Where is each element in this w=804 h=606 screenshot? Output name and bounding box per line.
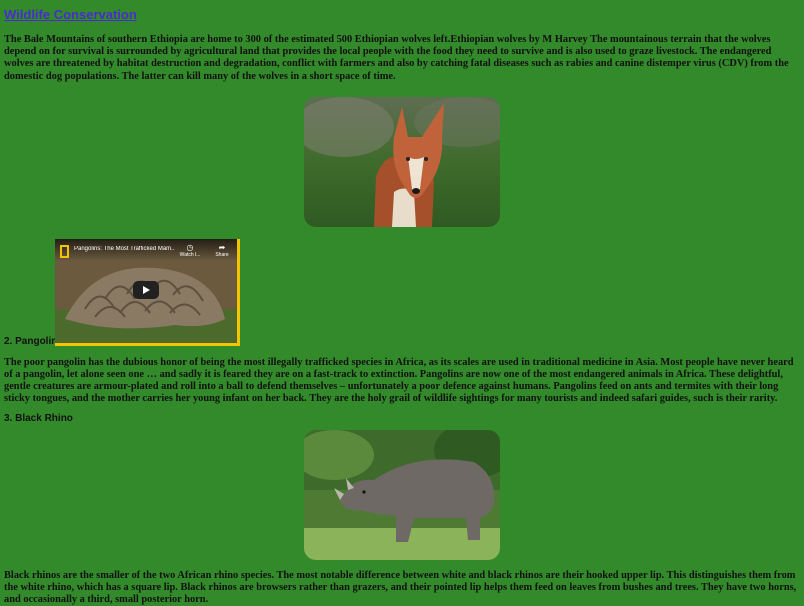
- page-content: Wildlife Conservation The Bale Mountains…: [0, 0, 804, 606]
- watch-later-button[interactable]: ◷ Watch l...: [177, 242, 203, 258]
- black-rhino-paragraph: Black rhinos are the smaller of the two …: [4, 569, 797, 606]
- wolf-paragraph: The Bale Mountains of southern Ethiopia …: [4, 34, 789, 82]
- pangolin-video-embed[interactable]: Pangolins: The Most Trafficked Mam... ◷ …: [55, 238, 240, 346]
- share-label: Share: [215, 251, 229, 258]
- video-title[interactable]: Pangolins: The Most Trafficked Mam...: [74, 246, 174, 252]
- black-rhino-image: [304, 429, 500, 560]
- page-title-link[interactable]: Wildlife Conservation: [4, 7, 137, 22]
- pangolin-paragraph: The poor pangolin has the dubious honor …: [4, 356, 794, 405]
- share-button[interactable]: ➦ Share: [209, 242, 235, 258]
- black-rhino-heading: 3. Black Rhino: [4, 412, 73, 424]
- watch-later-label: Watch l...: [179, 251, 201, 258]
- share-icon: ➦: [218, 242, 226, 252]
- ethiopian-wolf-image: [304, 96, 500, 227]
- national-geographic-logo-icon: [60, 244, 69, 258]
- clock-icon: ◷: [186, 242, 194, 252]
- play-button-icon[interactable]: [133, 280, 159, 299]
- pangolin-row: 2. Pangolin Pangolins: The Most Traffick…: [4, 238, 800, 347]
- pangolin-heading: 2. Pangolin: [4, 335, 58, 347]
